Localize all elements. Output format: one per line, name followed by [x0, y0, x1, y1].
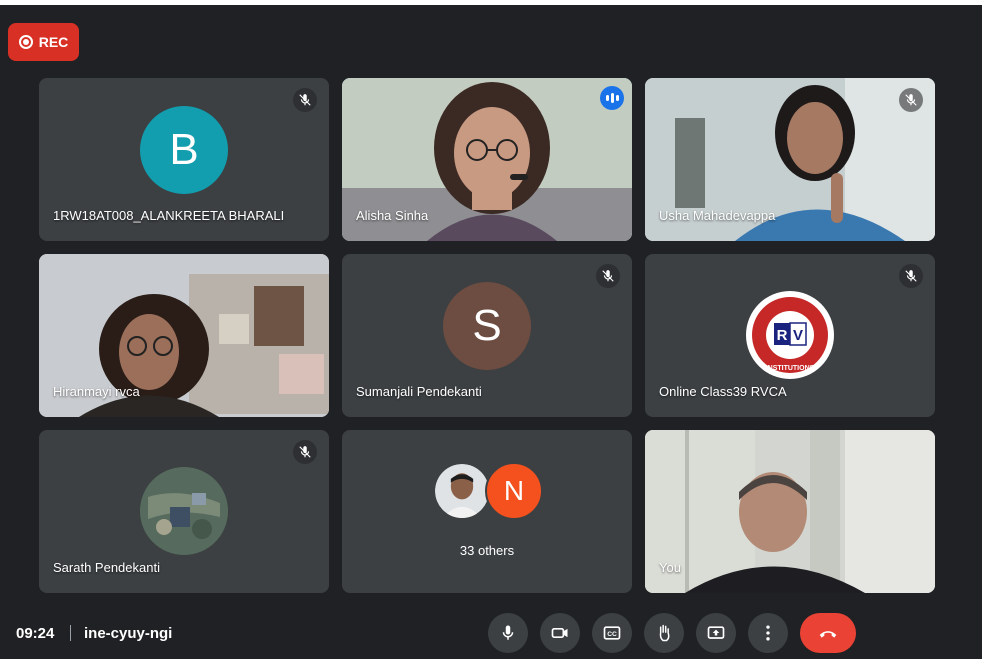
logo-letter-v: V	[793, 327, 803, 344]
participant-name: 1RW18AT008_ALANKREETA BHARALI	[53, 208, 285, 223]
participant-name: Usha Mahadevappa	[659, 208, 776, 223]
participant-tile-online-class39[interactable]: R V INSTITUTIONS Online Class39 RVCA	[645, 254, 935, 417]
participant-name: Hiranmayi rvca	[53, 384, 140, 399]
participant-name: Sumanjali Pendekanti	[356, 384, 482, 399]
recording-indicator[interactable]: REC	[8, 23, 79, 61]
mic-off-icon	[899, 88, 923, 112]
logo-institutions-text: INSTITUTIONS	[766, 365, 815, 372]
avatar-initial: B	[169, 124, 199, 174]
avatar: S	[443, 281, 531, 370]
closed-captions-icon: CC	[603, 626, 621, 640]
participant-tile-hiranmayi[interactable]: Hiranmayi rvca	[39, 254, 329, 417]
mic-off-icon	[899, 264, 923, 288]
avatar: N	[485, 462, 543, 520]
avatar-photo	[433, 462, 491, 520]
participant-tile-others[interactable]: N 33 others	[342, 430, 632, 593]
rv-institutions-logo: R V INSTITUTIONS	[746, 291, 834, 379]
participant-tile-self[interactable]: You	[645, 430, 935, 593]
mic-off-icon	[596, 264, 620, 288]
avatar: B	[140, 105, 228, 194]
mic-off-icon	[293, 88, 317, 112]
captions-button[interactable]: CC	[592, 613, 632, 653]
logo-letter-r: R	[777, 327, 788, 344]
raise-hand-icon	[659, 624, 670, 642]
participant-tile-usha[interactable]: Usha Mahadevappa	[645, 78, 935, 241]
participant-tile-sarath[interactable]: Sarath Pendekanti	[39, 430, 329, 593]
recording-label: REC	[38, 34, 69, 50]
raise-hand-button[interactable]	[644, 613, 684, 653]
meeting-clock: 09:24	[16, 625, 55, 642]
present-screen-icon	[707, 626, 725, 639]
participant-video	[645, 430, 935, 593]
participant-tile-sumanjali[interactable]: S Sumanjali Pendekanti	[342, 254, 632, 417]
participant-name: You	[659, 560, 681, 575]
microphone-button[interactable]	[488, 613, 528, 653]
participant-name: Alisha Sinha	[356, 208, 429, 223]
avatar-satellite-image	[140, 467, 228, 555]
microphone-icon	[502, 625, 514, 640]
avatar-initial: N	[503, 475, 525, 506]
meeting-toolbar: 09:24 ine-cyuy-ngi CC	[0, 604, 982, 659]
participant-name: Sarath Pendekanti	[53, 560, 160, 575]
camera-button[interactable]	[540, 613, 580, 653]
record-icon	[18, 35, 33, 49]
participant-tile-alankreeta[interactable]: B 1RW18AT008_ALANKREETA BHARALI	[39, 78, 329, 241]
meeting-code[interactable]: ine-cyuy-ngi	[84, 625, 172, 642]
others-count-label: 33 others	[459, 543, 515, 558]
participant-name: Online Class39 RVCA	[659, 384, 787, 399]
more-options-button[interactable]	[748, 613, 788, 653]
present-screen-button[interactable]	[696, 613, 736, 653]
divider	[70, 625, 71, 641]
speaking-indicator-icon	[600, 86, 624, 110]
avatar-initial: S	[472, 300, 502, 350]
mic-off-icon	[293, 440, 317, 464]
svg-text:CC: CC	[607, 631, 617, 638]
more-options-icon	[766, 625, 770, 641]
camera-icon	[551, 628, 568, 638]
participant-tile-alisha[interactable]: Alisha Sinha	[342, 78, 632, 241]
hang-up-icon	[819, 631, 837, 638]
leave-call-button[interactable]	[800, 613, 856, 653]
window-top-edge	[0, 0, 982, 5]
